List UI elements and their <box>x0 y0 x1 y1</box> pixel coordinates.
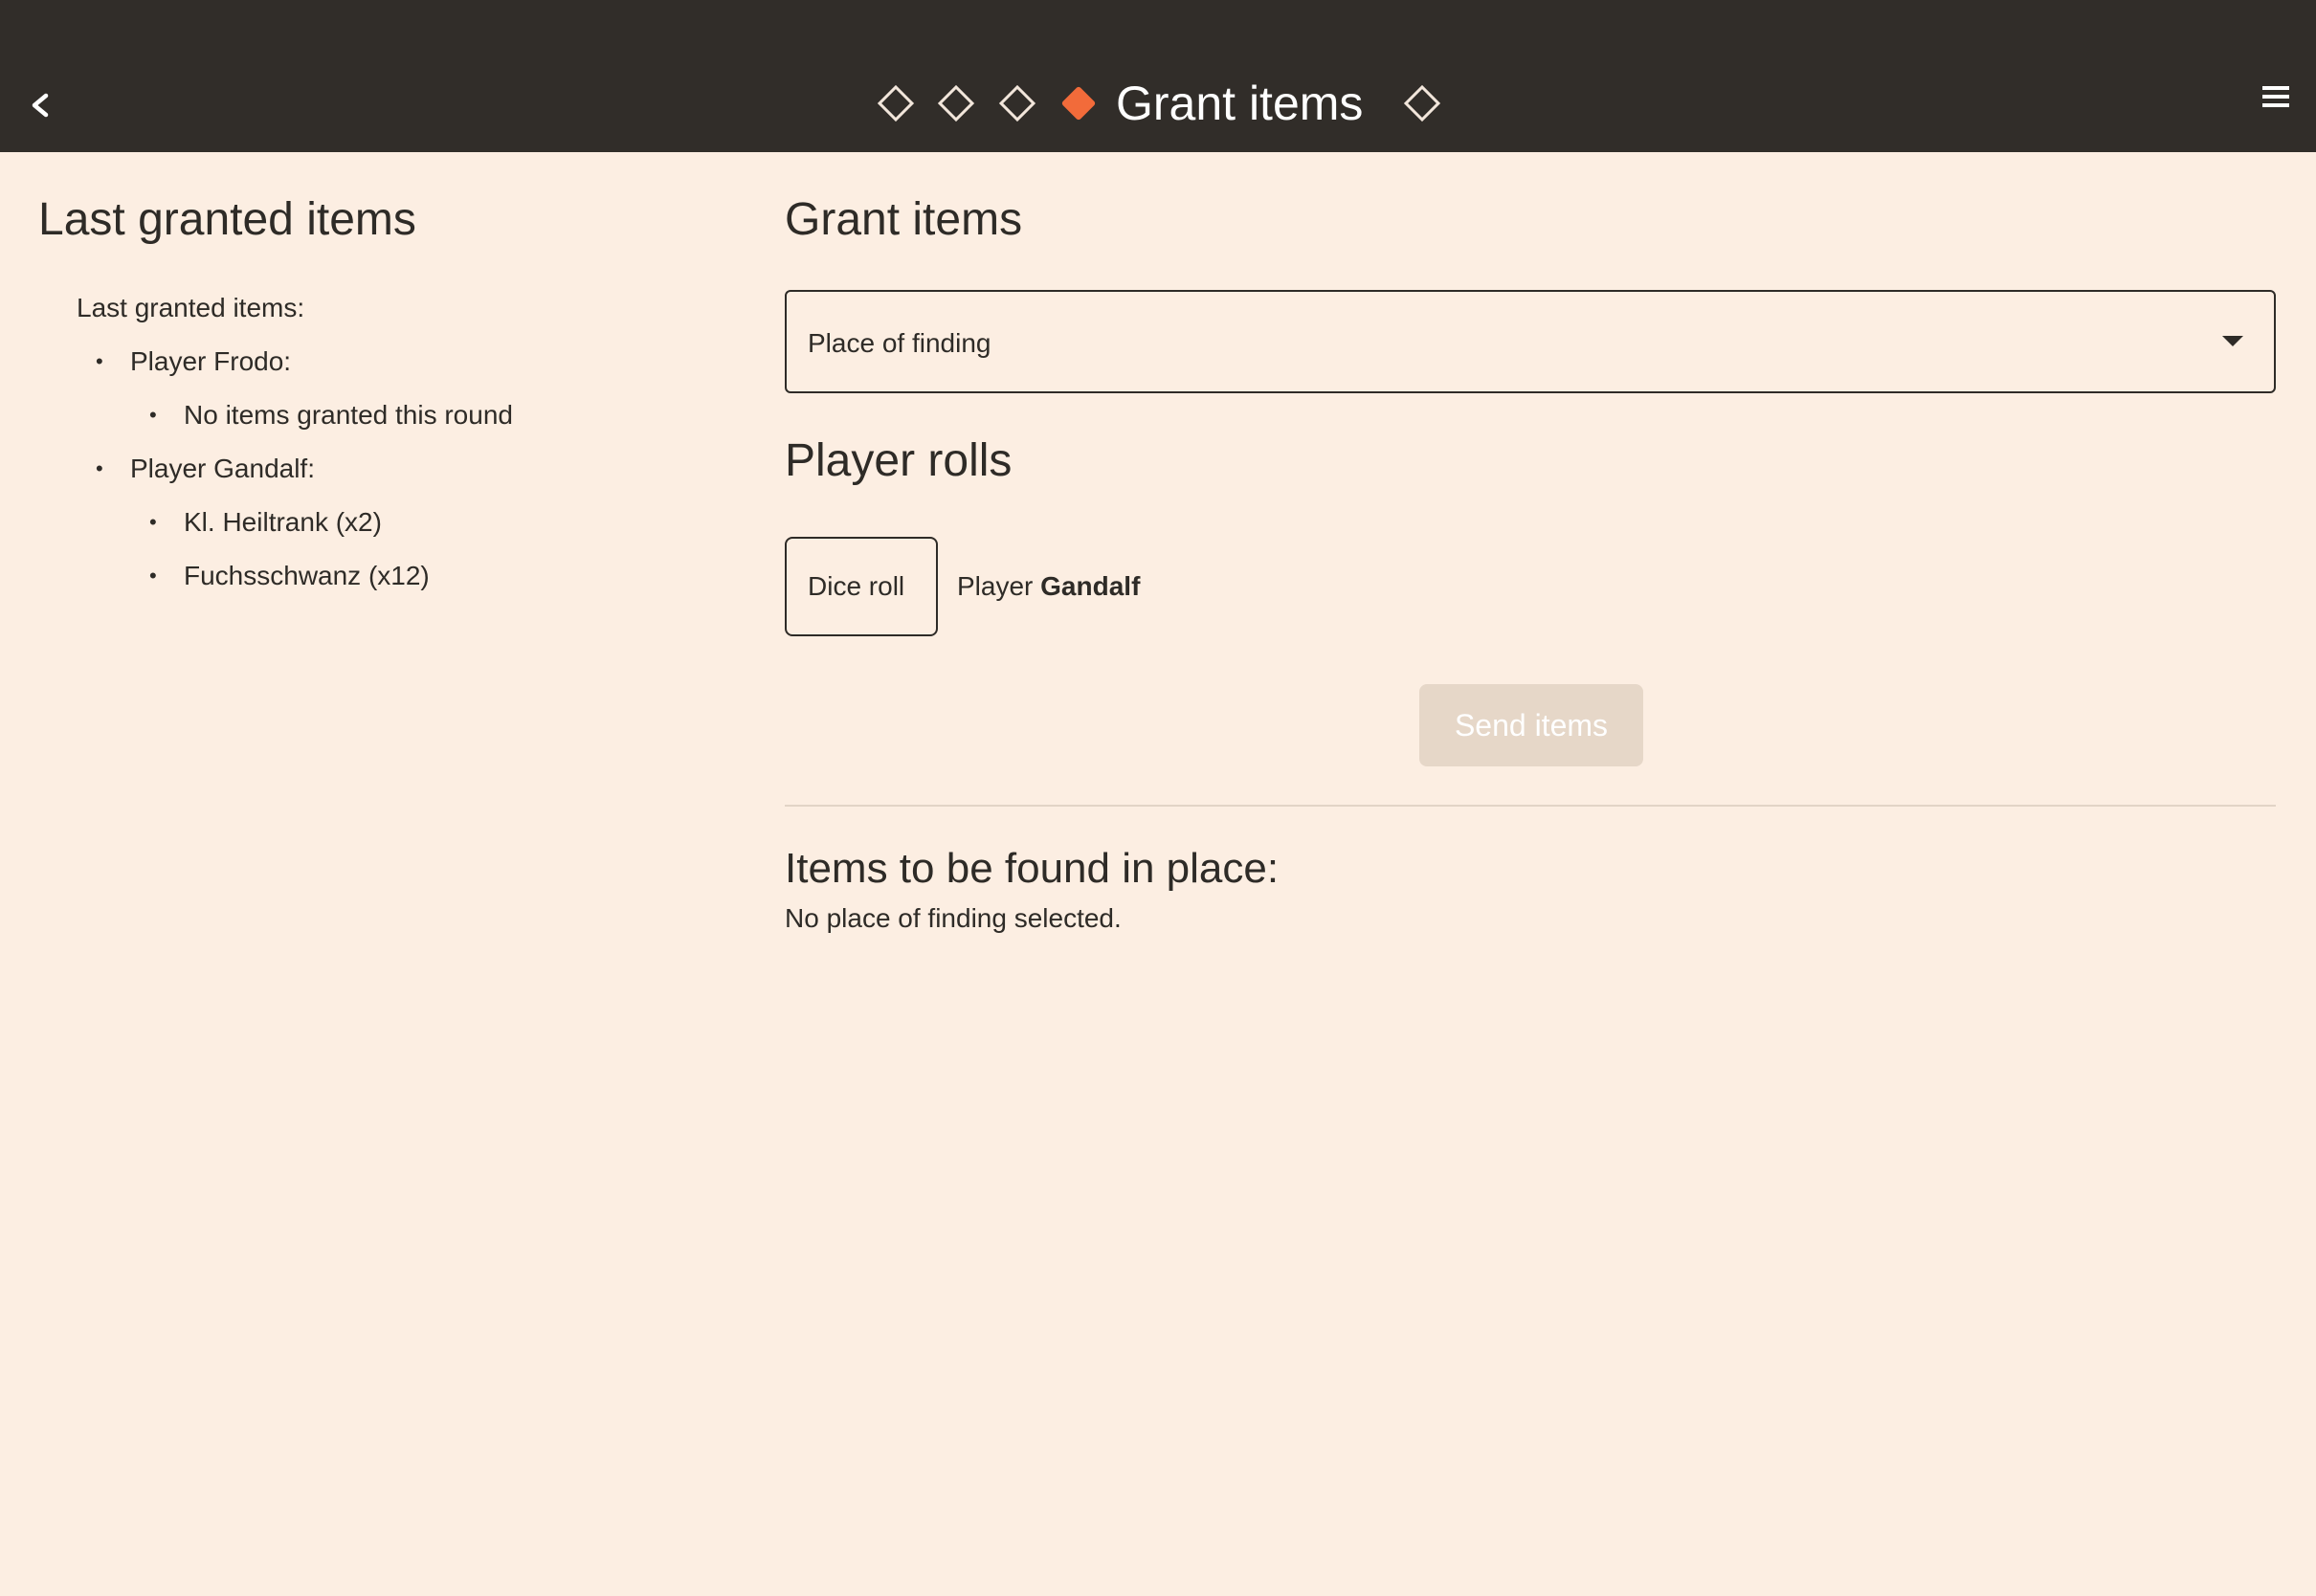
player-rolls-title: Player rolls <box>785 435 1013 486</box>
top-app-bar: Grant items <box>0 0 2316 152</box>
step-3-diamond-icon[interactable] <box>991 77 1044 130</box>
place-of-finding-select[interactable]: Place of finding <box>785 290 2276 393</box>
player-prefix: Player <box>957 571 1034 601</box>
select-placeholder: Place of finding <box>808 328 991 358</box>
hamburger-menu-icon[interactable] <box>2257 80 2295 119</box>
items-to-be-found-desc: No place of finding selected. <box>785 903 1122 933</box>
player-frodo-label: Player Frodo: <box>130 346 292 376</box>
items-to-be-found-title: Items to be found in place: <box>785 845 1280 892</box>
bullet-dot: • <box>149 403 157 427</box>
player-roll-label: Player Gandalf <box>957 567 1140 606</box>
last-granted-intro: Last granted items: <box>77 293 305 322</box>
send-items-button[interactable]: Send items <box>1419 684 1643 766</box>
list-item: • Kl. Heiltrank (x2) <box>149 503 382 542</box>
step-4-active-diamond-icon[interactable] <box>1052 77 1105 130</box>
bullet-dot: • <box>149 564 157 587</box>
last-granted-title: Last granted items <box>38 194 416 245</box>
player-frodo-item: • Player Frodo: <box>96 343 292 381</box>
step-2-diamond-icon[interactable] <box>929 77 983 130</box>
granted-item-text: No items granted this round <box>184 400 513 430</box>
player-gandalf-label: Player Gandalf: <box>130 454 315 483</box>
list-item: • Fuchsschwanz (x12) <box>149 557 430 595</box>
bullet-dot: • <box>96 456 103 480</box>
grant-items-title: Grant items <box>785 194 1023 245</box>
dice-roll-button[interactable]: Dice roll <box>785 537 938 636</box>
granted-item-text: Kl. Heiltrank (x2) <box>184 507 382 537</box>
player-gandalf-item: • Player Gandalf: <box>96 450 315 488</box>
current-step-title: Grant items <box>1116 77 1364 130</box>
bullet-dot: • <box>96 349 103 373</box>
step-1-diamond-icon[interactable] <box>869 77 923 130</box>
last-granted-panel: Last granted items <box>38 188 746 253</box>
divider <box>785 805 2276 807</box>
bullet-dot: • <box>149 510 157 534</box>
dropdown-caret-icon <box>2222 336 2243 346</box>
step-5-diamond-icon[interactable] <box>1395 77 1449 130</box>
list-item: • No items granted this round <box>149 396 513 434</box>
player-name: Gandalf <box>1040 571 1141 601</box>
granted-item-text: Fuchsschwanz (x12) <box>184 561 430 590</box>
